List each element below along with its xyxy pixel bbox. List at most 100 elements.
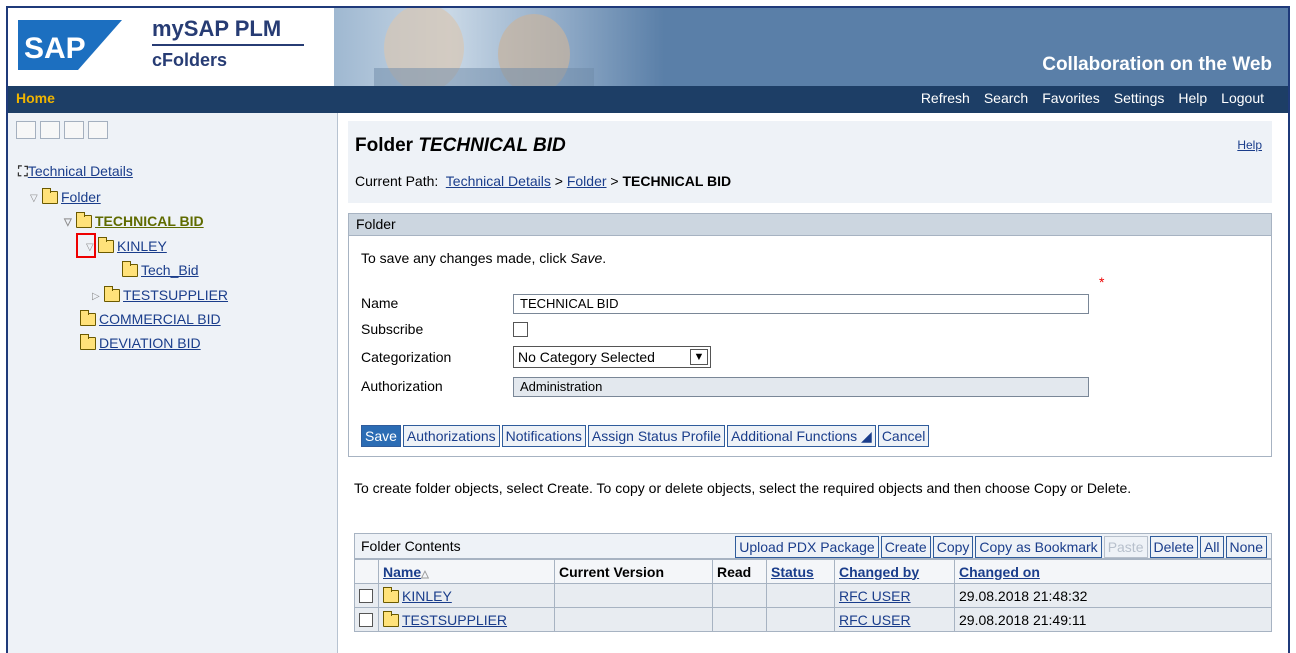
copy-button[interactable]: Copy bbox=[932, 536, 974, 558]
breadcrumb-current: TECHNICAL BID bbox=[622, 173, 732, 189]
select-all-button[interactable]: All bbox=[1199, 536, 1224, 558]
home-link[interactable]: Home bbox=[16, 90, 55, 106]
categorization-select[interactable]: No Category Selected ▼ bbox=[513, 346, 711, 368]
create-hint: To create folder objects, select Create.… bbox=[354, 480, 1132, 496]
authorization-field: Administration bbox=[513, 377, 1089, 397]
column-header-read: Read bbox=[712, 559, 767, 584]
tree-item-technical-bid[interactable]: ▽ TECHNICAL BID bbox=[64, 212, 204, 229]
name-label: Name bbox=[361, 295, 399, 311]
categorization-label: Categorization bbox=[361, 349, 452, 365]
row-checkbox[interactable] bbox=[359, 612, 373, 627]
changed-on-cell: 29.08.2018 21:49:11 bbox=[954, 607, 1272, 632]
save-button[interactable]: Save bbox=[361, 425, 401, 447]
breadcrumb-folder[interactable]: Folder bbox=[567, 173, 607, 189]
upload-pdx-button[interactable]: Upload PDX Package bbox=[735, 536, 879, 558]
sap-logo: SAP bbox=[18, 20, 122, 70]
changed-on-cell: 29.08.2018 21:48:32 bbox=[954, 583, 1272, 608]
table-header-row: Name△ Current Version Read Status Change… bbox=[354, 559, 1272, 584]
folder-icon bbox=[383, 610, 399, 627]
additional-functions-button[interactable]: Additional Functions ◢ bbox=[727, 425, 876, 447]
select-none-button[interactable]: None bbox=[1225, 536, 1267, 558]
contents-buttons: Upload PDX Package Create Copy Copy as B… bbox=[735, 536, 1267, 558]
highlight-box bbox=[76, 233, 96, 258]
column-header-changed-by[interactable]: Changed by bbox=[834, 559, 955, 584]
paste-button: Paste bbox=[1103, 536, 1148, 558]
required-marker: * bbox=[1099, 274, 1105, 290]
changed-by-link[interactable]: RFC USER bbox=[839, 588, 911, 604]
sort-asc-icon: △ bbox=[421, 568, 429, 580]
select-column-header bbox=[354, 559, 379, 584]
collapsed-arrow-icon[interactable]: ▷ bbox=[92, 291, 104, 302]
folder-open-icon bbox=[76, 212, 92, 228]
header-photo bbox=[334, 8, 664, 86]
search-link[interactable]: Search bbox=[984, 90, 1028, 106]
column-header-version: Current Version bbox=[554, 559, 713, 584]
contents-toolbar: Folder Contents Upload PDX Package Creat… bbox=[354, 533, 1272, 559]
folder-down-icon[interactable] bbox=[64, 121, 84, 139]
table-row: TESTSUPPLIER RFC USER 29.08.2018 21:49:1… bbox=[354, 607, 1272, 632]
authorizations-button[interactable]: Authorizations bbox=[402, 425, 500, 447]
product-subname: cFolders bbox=[152, 50, 228, 70]
panel-title: Folder bbox=[349, 214, 1271, 236]
help-link-top[interactable]: Help bbox=[1178, 90, 1207, 106]
tree-item-kinley[interactable]: ▽ KINLEY bbox=[86, 237, 167, 254]
folder-up-icon[interactable] bbox=[88, 121, 108, 139]
favorites-link[interactable]: Favorites bbox=[1042, 90, 1100, 106]
expand-arrow-icon[interactable]: ▽ bbox=[64, 217, 76, 228]
contents-table: Name△ Current Version Read Status Change… bbox=[354, 559, 1272, 632]
create-button[interactable]: Create bbox=[880, 536, 931, 558]
breadcrumb: Current Path: Technical Details > Folder… bbox=[355, 173, 732, 189]
product-name: mySAP PLM bbox=[152, 16, 282, 41]
expand-arrow-icon[interactable]: ▽ bbox=[30, 193, 42, 204]
row-name-link[interactable]: TESTSUPPLIER bbox=[402, 612, 507, 628]
save-hint: To save any changes made, click Save. bbox=[361, 250, 607, 266]
name-input[interactable]: TECHNICAL BID bbox=[513, 294, 1089, 314]
sidebar-tree: ⛶Technical Details ▽ Folder ▽ TECHNICAL BI… bbox=[8, 113, 338, 653]
folder-icon bbox=[104, 286, 120, 302]
notifications-button[interactable]: Notifications bbox=[501, 425, 586, 447]
svg-text:SAP: SAP bbox=[24, 32, 86, 65]
copy-as-bookmark-button[interactable]: Copy as Bookmark bbox=[975, 536, 1102, 558]
changed-by-link[interactable]: RFC USER bbox=[839, 612, 911, 628]
subscribe-checkbox[interactable] bbox=[513, 322, 528, 337]
help-link[interactable]: Help bbox=[1237, 138, 1262, 152]
folder-panel: Folder To save any changes made, click S… bbox=[348, 213, 1272, 457]
page-title: Folder TECHNICAL BID bbox=[355, 135, 566, 156]
tagline: Collaboration on the Web bbox=[1042, 54, 1272, 75]
collapse-all-icon[interactable] bbox=[16, 121, 36, 139]
tree-item-testsupplier[interactable]: ▷ TESTSUPPLIER bbox=[92, 286, 228, 303]
logout-link[interactable]: Logout bbox=[1221, 90, 1264, 106]
folder-icon bbox=[122, 261, 138, 277]
tree-item-folder[interactable]: ▽ Folder bbox=[30, 188, 101, 205]
table-row: KINLEY RFC USER 29.08.2018 21:48:32 bbox=[354, 583, 1272, 608]
tree-root[interactable]: ⛶Technical Details bbox=[18, 163, 133, 180]
subscribe-label: Subscribe bbox=[361, 321, 424, 337]
cancel-button[interactable]: Cancel bbox=[877, 425, 930, 447]
row-checkbox[interactable] bbox=[359, 588, 373, 603]
binoculars-icon: ⛶ bbox=[18, 163, 28, 179]
column-header-status[interactable]: Status bbox=[766, 559, 835, 584]
refresh-link[interactable]: Refresh bbox=[921, 90, 970, 106]
tree-toolbar bbox=[16, 121, 108, 139]
breadcrumb-technical-details[interactable]: Technical Details bbox=[446, 173, 551, 189]
delete-button[interactable]: Delete bbox=[1149, 536, 1198, 558]
settings-link[interactable]: Settings bbox=[1114, 90, 1165, 106]
tree-item-deviation-bid[interactable]: DEVIATION BID bbox=[80, 334, 201, 351]
title-area: Folder TECHNICAL BID Help Current Path: … bbox=[348, 121, 1272, 203]
column-header-name[interactable]: Name△ bbox=[378, 559, 555, 584]
folder-icon bbox=[80, 310, 96, 326]
folder-icon bbox=[80, 334, 96, 350]
folder-actions: Save Authorizations Notifications Assign… bbox=[361, 425, 930, 447]
tree-item-tech-bid[interactable]: Tech_Bid bbox=[122, 261, 199, 278]
product-divider bbox=[152, 44, 304, 46]
row-name-link[interactable]: KINLEY bbox=[402, 588, 452, 604]
assign-status-profile-button[interactable]: Assign Status Profile bbox=[587, 425, 726, 447]
contents-title: Folder Contents bbox=[361, 538, 461, 554]
app-window: SAP mySAP PLM cFolders Collaboration on … bbox=[6, 6, 1290, 653]
column-header-changed-on[interactable]: Changed on bbox=[954, 559, 1272, 584]
top-menubar: Home Refresh Search Favorites Settings H… bbox=[8, 86, 1288, 113]
tree-item-commercial-bid[interactable]: COMMERCIAL BID bbox=[80, 310, 221, 327]
expand-all-icon[interactable] bbox=[40, 121, 60, 139]
chevron-down-icon[interactable]: ▼ bbox=[690, 349, 708, 365]
authorization-label: Authorization bbox=[361, 378, 443, 394]
